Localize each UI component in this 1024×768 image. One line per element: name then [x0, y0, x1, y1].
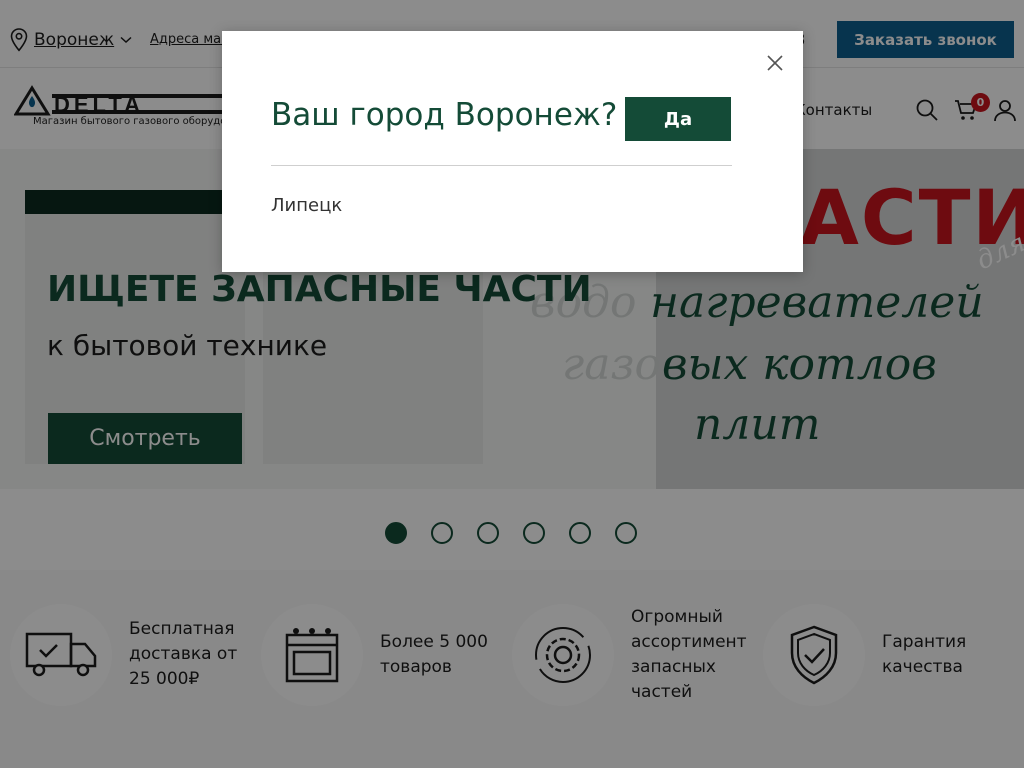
confirm-city-button[interactable]: Да — [625, 97, 731, 141]
city-question: Ваш город Воронеж? — [271, 97, 618, 133]
alt-city-option[interactable]: Липецк — [271, 195, 342, 216]
divider — [271, 165, 732, 166]
city-confirm-modal: Ваш город Воронеж? Да Липецк — [222, 31, 803, 272]
close-icon[interactable] — [765, 53, 785, 73]
